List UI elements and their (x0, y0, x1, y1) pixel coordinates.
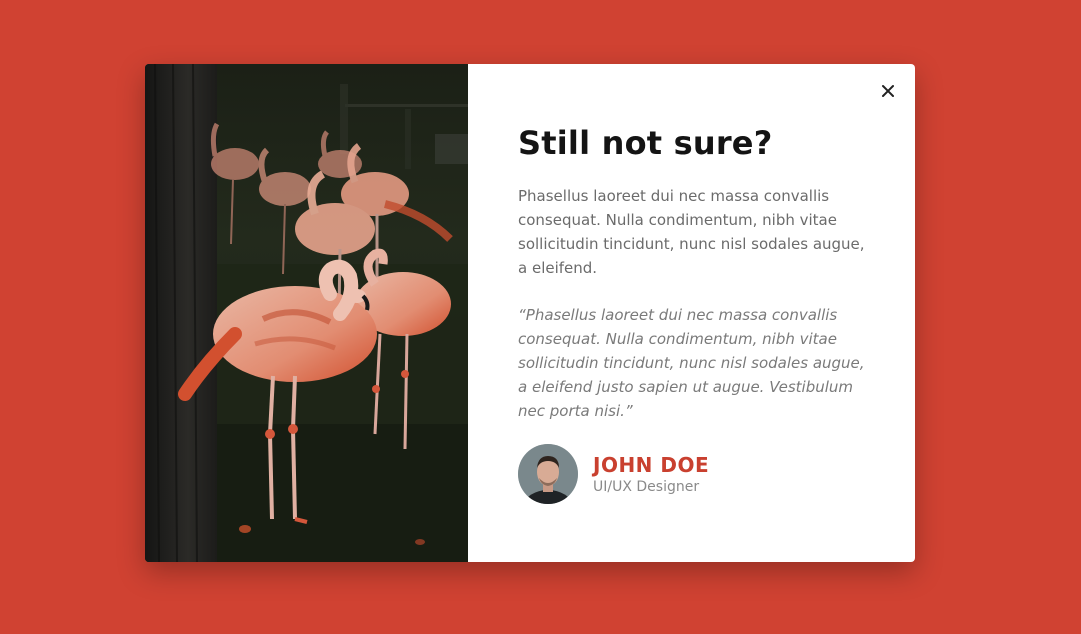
modal-title: Still not sure? (518, 124, 773, 162)
modal-content: Still not sure? Phasellus laoreet dui ne… (468, 64, 915, 562)
flamingos-photo (145, 64, 468, 562)
avatar (518, 444, 578, 504)
close-button[interactable] (878, 81, 898, 101)
testimonial-quote: “Phasellus laoreet dui nec massa convall… (518, 306, 865, 420)
close-icon (882, 85, 894, 97)
author-role: UI/UX Designer (593, 478, 700, 495)
author-info: JOHN DOE UI/UX Designer (593, 453, 709, 496)
author-name: JOHN DOE (593, 452, 710, 477)
modal-description: Phasellus laoreet dui nec massa convalli… (518, 187, 865, 277)
testimonial-modal: Still not sure? Phasellus laoreet dui ne… (145, 64, 915, 562)
author-block: JOHN DOE UI/UX Designer (518, 444, 709, 504)
